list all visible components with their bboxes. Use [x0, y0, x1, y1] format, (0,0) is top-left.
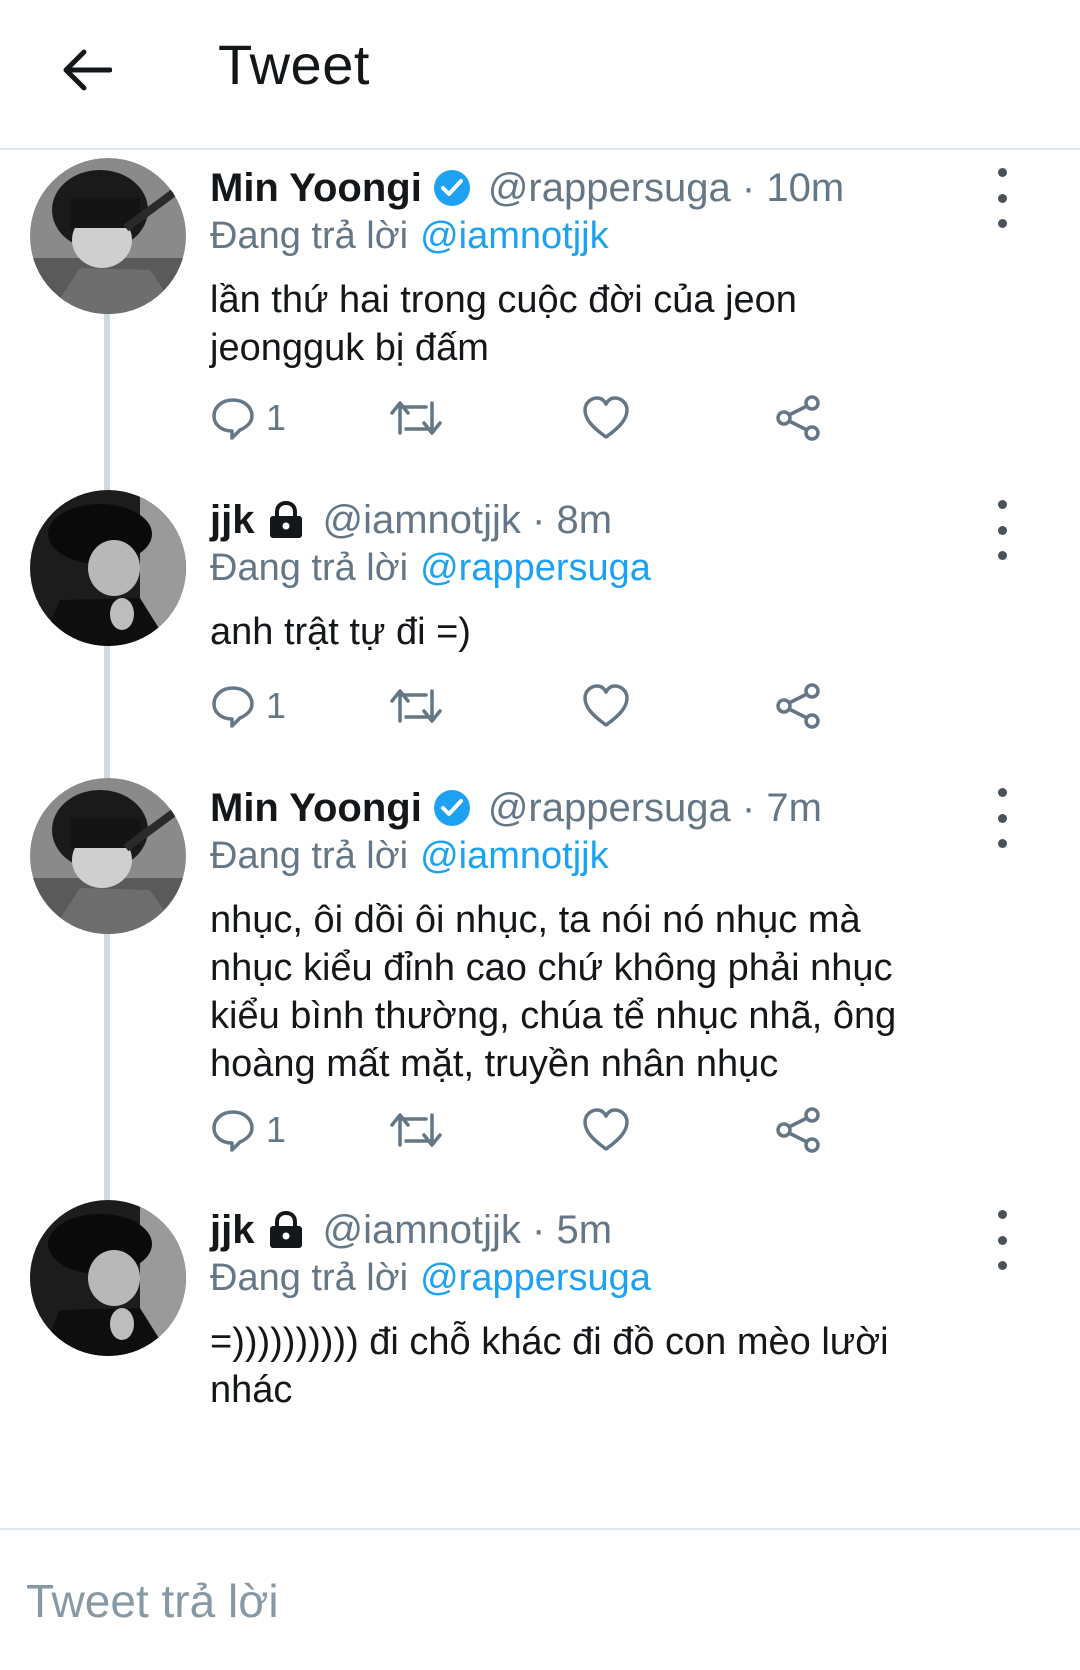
avatar[interactable] — [30, 158, 186, 314]
display-name[interactable]: jjk — [210, 1206, 254, 1254]
display-name[interactable]: Min Yoongi — [210, 784, 422, 832]
share-button[interactable] — [774, 390, 822, 446]
share-button[interactable] — [774, 1102, 822, 1158]
reply-button[interactable]: 1 — [210, 1102, 286, 1158]
replying-to: Đang trả lời @rappersuga — [210, 544, 960, 592]
tweet-content: Min Yoongi @rappersuga · 10m Đang trả lờ… — [210, 164, 960, 372]
avatar[interactable] — [30, 1200, 186, 1356]
handle-and-time: @iamnotjjk · 5m — [322, 1208, 613, 1252]
verified-badge-icon — [430, 786, 474, 830]
retweet-button[interactable] — [388, 390, 444, 446]
tweet-text-line: nhác — [210, 1369, 293, 1411]
display-name[interactable]: jjk — [210, 496, 254, 544]
replying-to: Đang trả lời @rappersuga — [210, 1254, 960, 1302]
mention-link[interactable]: @rappersuga — [420, 1257, 651, 1299]
avatar[interactable] — [30, 490, 186, 646]
top-bar: Tweet — [0, 0, 1080, 150]
heart-icon — [583, 684, 629, 727]
comment-icon — [212, 1110, 254, 1152]
tweet-content: jjk @iamnotjjk · 8m Đang trả lời @rappers… — [210, 496, 960, 656]
comment-icon — [212, 398, 254, 440]
heart-icon — [583, 1108, 629, 1151]
mention-link[interactable]: @iamnotjjk — [420, 835, 609, 877]
lock-icon — [264, 1208, 308, 1252]
compose-divider — [0, 1528, 1080, 1530]
more-options-button[interactable] — [982, 1210, 1022, 1270]
retweet-button[interactable] — [388, 1102, 444, 1158]
tweet-content: Min Yoongi @rappersuga · 7m Đang trả lời… — [210, 784, 960, 1088]
page-title: Tweet — [218, 33, 370, 96]
like-button[interactable] — [582, 390, 630, 446]
tweet-actions: 1 — [210, 1102, 910, 1158]
more-options-button[interactable] — [982, 788, 1022, 848]
display-name[interactable]: Min Yoongi — [210, 164, 422, 212]
reply-button[interactable]: 1 — [210, 390, 286, 446]
more-vertical-icon — [997, 788, 1007, 797]
heart-icon — [583, 396, 629, 439]
tweet-text-line: nhục, ôi dồi ôi nhục, ta nói nó nhục mà — [210, 899, 861, 941]
handle-and-time: @rappersuga · 10m — [487, 166, 845, 210]
mention-link[interactable]: @iamnotjjk — [420, 215, 609, 257]
replying-label: Đang trả lời — [210, 215, 409, 257]
reply-button[interactable]: 1 — [210, 678, 286, 734]
replying-to: Đang trả lời @iamnotjjk — [210, 212, 960, 260]
share-icon — [776, 1107, 820, 1153]
tweet[interactable]: jjk @iamnotjjk · 8m Đang trả lời @rappers… — [0, 490, 1080, 776]
handle-and-time: @iamnotjjk · 8m — [322, 498, 613, 542]
like-button[interactable] — [582, 678, 630, 734]
mention-link[interactable]: @rappersuga — [420, 547, 651, 589]
like-button[interactable] — [582, 1102, 630, 1158]
tweet-actions: 1 — [210, 390, 910, 446]
tweet-text: nhục, ôi dồi ôi nhục, ta nói nó nhục mà … — [210, 896, 960, 1088]
comment-icon — [212, 686, 254, 728]
tweet-actions: 1 — [210, 678, 910, 734]
tweet-text: =)))))))))) đi chỗ khác đi đồ con mèo lư… — [210, 1318, 960, 1414]
back-button[interactable] — [52, 36, 120, 104]
tweet-text-line: =)))))))))) đi chỗ khác đi đồ con mèo lư… — [210, 1321, 889, 1363]
tweet[interactable]: Min Yoongi @rappersuga · 10m Đang trả lờ… — [0, 158, 1080, 488]
retweet-icon — [390, 689, 442, 723]
more-options-button[interactable] — [982, 500, 1022, 560]
more-vertical-icon — [997, 500, 1007, 509]
tweet-text-line: nhục kiểu đỉnh cao chứ không phải nhục — [210, 947, 893, 989]
tweet-text: lần thứ hai trong cuộc đời của jeon jeon… — [210, 276, 960, 372]
verified-badge-icon — [430, 166, 474, 210]
reply-count: 1 — [266, 397, 287, 438]
more-options-button[interactable] — [982, 168, 1022, 228]
arrow-left-icon — [63, 49, 112, 91]
retweet-icon — [390, 1113, 442, 1147]
share-icon — [776, 395, 820, 441]
retweet-button[interactable] — [388, 678, 444, 734]
more-vertical-icon — [997, 1210, 1007, 1219]
reply-count: 1 — [266, 685, 287, 726]
lock-icon — [264, 498, 308, 542]
handle-and-time: @rappersuga · 7m — [487, 786, 822, 830]
tweet-text-line: anh trật tự đi =) — [210, 611, 471, 653]
replying-label: Đang trả lời — [210, 835, 409, 877]
tweet-content: jjk @iamnotjjk · 5m Đang trả lời @rappers… — [210, 1206, 960, 1414]
replying-label: Đang trả lời — [210, 547, 409, 589]
tweet-text-line: lần thứ hai trong cuộc đời của jeon — [210, 279, 797, 321]
tweet-text-line: hoàng mất mặt, truyền nhân nhục — [210, 1043, 779, 1085]
share-icon — [776, 683, 820, 729]
replying-to: Đang trả lời @iamnotjjk — [210, 832, 960, 880]
reply-compose-input[interactable] — [24, 1560, 1058, 1642]
avatar[interactable] — [30, 778, 186, 934]
tweet[interactable]: Min Yoongi @rappersuga · 7m Đang trả lời… — [0, 778, 1080, 1198]
share-button[interactable] — [774, 678, 822, 734]
retweet-icon — [390, 401, 442, 435]
tweet-text-line: kiểu bình thường, chúa tể nhục nhã, ông — [210, 995, 897, 1037]
tweet-text-line: jeongguk bị đấm — [210, 327, 489, 369]
more-vertical-icon — [997, 168, 1007, 177]
reply-count: 1 — [266, 1109, 287, 1150]
tweet-text: anh trật tự đi =) — [210, 608, 960, 656]
tweet[interactable]: jjk @iamnotjjk · 5m Đang trả lời @rappers… — [0, 1200, 1080, 1500]
replying-label: Đang trả lời — [210, 1257, 409, 1299]
